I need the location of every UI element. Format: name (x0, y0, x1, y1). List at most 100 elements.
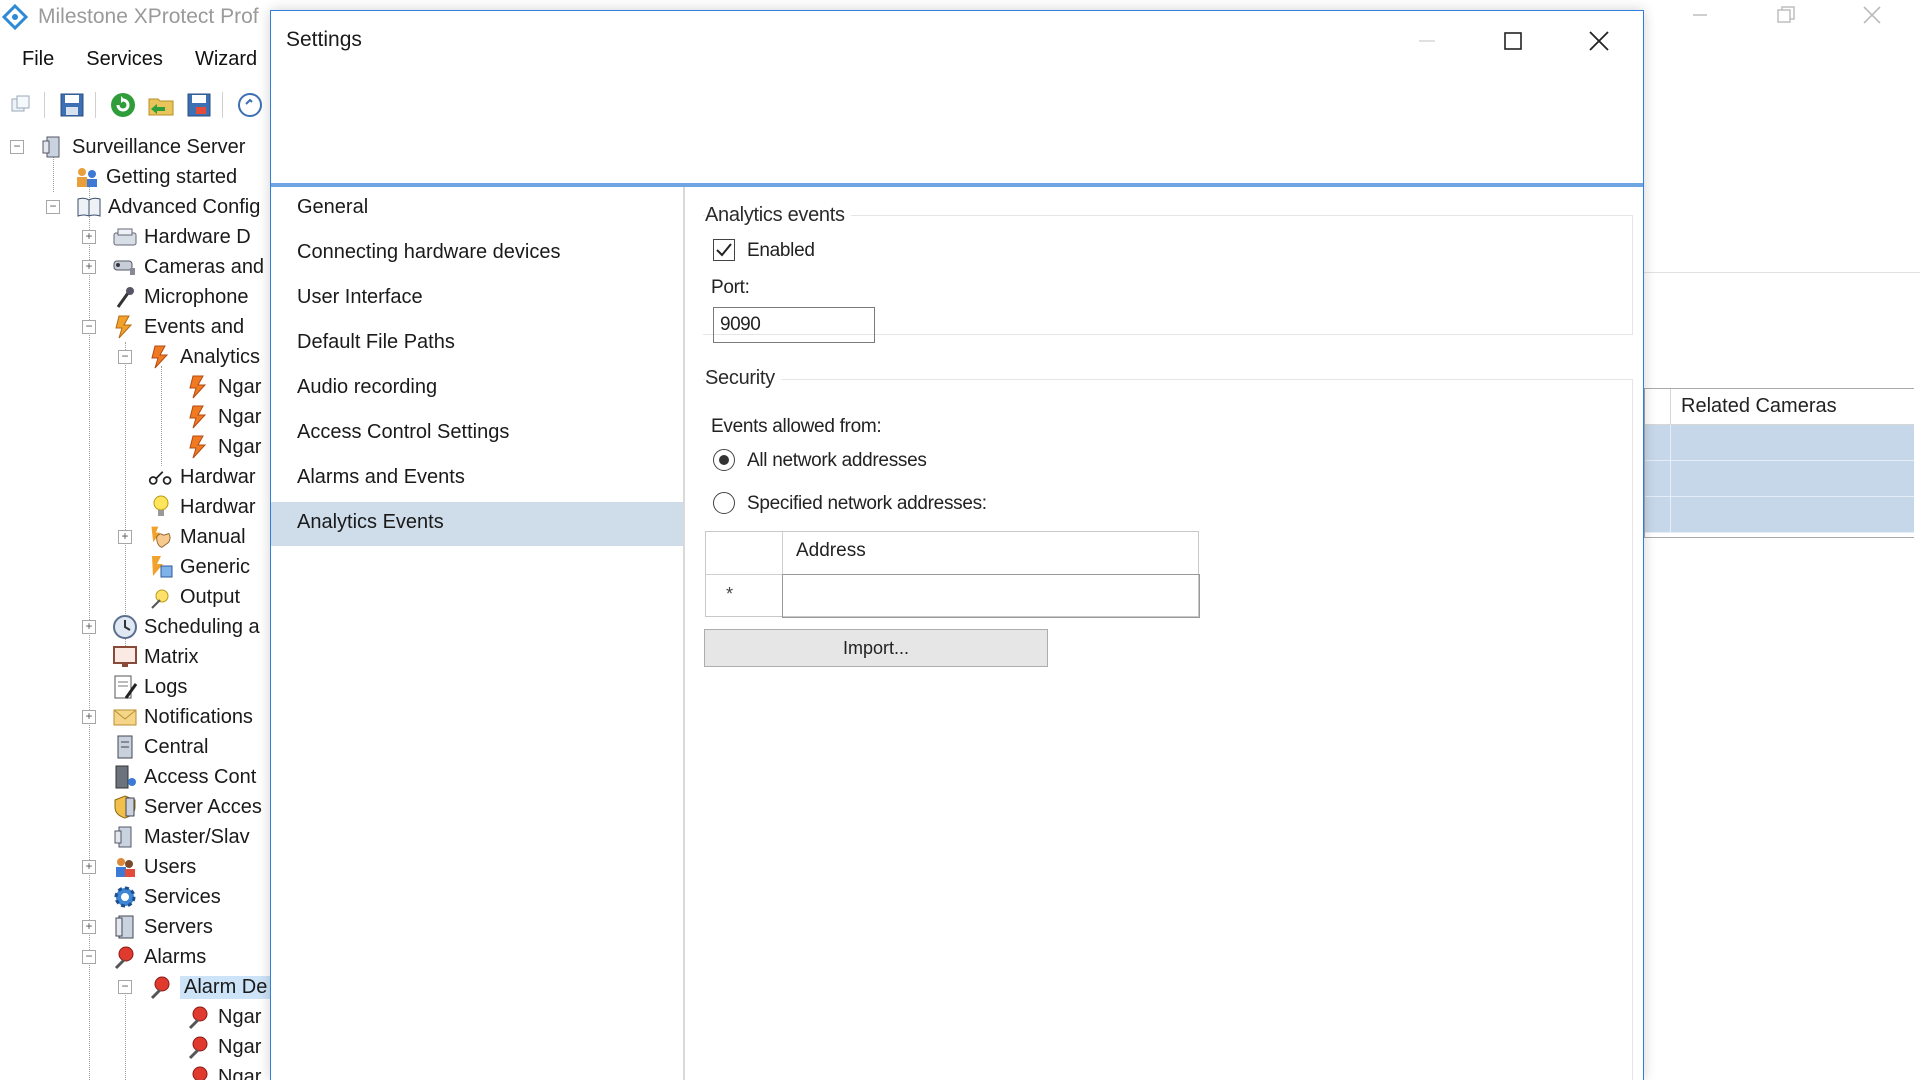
nav-item-access-control-settings[interactable]: Access Control Settings (271, 412, 683, 456)
tree-item-microphones[interactable]: Microphone (112, 282, 249, 312)
menu-wizards[interactable]: Wizard (173, 44, 267, 78)
events-allowed-label: Events allowed from: (711, 416, 882, 437)
menu-bar: File Services Wizard (0, 44, 267, 78)
navigation-tree: − Surveillance Server Getting started − … (0, 132, 270, 1080)
minimize-icon[interactable] (1397, 21, 1457, 61)
settings-content: Analytics events Enabled Port: 9090 Secu… (685, 187, 1645, 1080)
tree-item-analytics-event-1[interactable]: Ngar (186, 372, 261, 402)
related-camera-row[interactable] (1645, 461, 1914, 497)
microphone-icon (112, 284, 138, 310)
address-column-header[interactable]: Address (796, 540, 866, 562)
expand-icon[interactable]: + (82, 260, 96, 274)
folder-back-icon[interactable] (144, 90, 178, 120)
tree-item-services[interactable]: Services (112, 882, 221, 912)
collapse-icon[interactable]: − (118, 980, 132, 994)
save-icon[interactable] (55, 90, 89, 120)
close-icon[interactable] (1569, 21, 1629, 61)
screen: Milestone XProtect Prof File Services Wi… (0, 0, 1920, 1080)
refresh-icon[interactable] (106, 90, 140, 120)
settings-nav: General Connecting hardware devices User… (271, 187, 685, 1080)
tree-item-hardware-input-events[interactable]: Hardwar (148, 492, 256, 522)
expand-icon[interactable]: + (82, 620, 96, 634)
dialog-title: Settings (286, 28, 362, 51)
menu-services[interactable]: Services (64, 44, 173, 78)
tree-item-manual-events[interactable]: + Manual (118, 522, 246, 552)
alarm-icon (186, 1004, 212, 1030)
expand-icon[interactable]: + (82, 230, 96, 244)
collapse-icon[interactable]: − (46, 200, 60, 214)
tree-item-alarms[interactable]: − Alarms (82, 942, 206, 972)
maximize-icon[interactable] (1483, 21, 1543, 61)
people-icon (74, 164, 100, 190)
expand-icon[interactable]: + (82, 860, 96, 874)
tree-item-matrix[interactable]: Matrix (112, 642, 198, 672)
hardware-icon (112, 224, 138, 250)
import-button[interactable]: Import... (704, 629, 1048, 667)
servers-icon (112, 914, 138, 940)
nav-item-alarms-and-events[interactable]: Alarms and Events (271, 457, 683, 501)
tree-item-users[interactable]: + Users (82, 852, 196, 882)
server-icon (40, 134, 66, 160)
tree-item-events[interactable]: − Events and (82, 312, 244, 342)
tree-item-alarm-1[interactable]: Ngar (186, 1002, 261, 1032)
port-label: Port: (711, 277, 750, 298)
specified-network-addresses-radio[interactable] (713, 492, 735, 514)
tree-item-hardware-devices[interactable]: + Hardware D (82, 222, 251, 252)
dialog-titlebar: Settings (271, 11, 1643, 183)
tree-item-server-access[interactable]: Server Acces (112, 792, 262, 822)
output-icon (148, 584, 174, 610)
tree-item-access-control[interactable]: Access Cont (112, 762, 256, 792)
tree-item-analytics-event-3[interactable]: Ngar (186, 432, 261, 462)
nav-item-connecting-hardware-devices[interactable]: Connecting hardware devices (271, 232, 683, 276)
enabled-checkbox[interactable] (713, 239, 735, 261)
tree-item-analytics-events[interactable]: − Analytics (118, 342, 260, 372)
tree-item-getting-started[interactable]: Getting started (74, 162, 237, 192)
tree-item-cameras[interactable]: + Cameras and (82, 252, 264, 282)
nav-item-audio-recording[interactable]: Audio recording (271, 367, 683, 411)
collapse-icon[interactable]: − (10, 140, 24, 154)
tree-item-advanced-configuration[interactable]: − Advanced Config (46, 192, 260, 222)
address-new-row-cell[interactable] (782, 574, 1200, 618)
tree-item-servers[interactable]: + Servers (82, 912, 213, 942)
nav-item-analytics-events[interactable]: Analytics Events (271, 502, 683, 546)
save-as-icon[interactable] (182, 90, 216, 120)
tree-item-logs[interactable]: Logs (112, 672, 187, 702)
event-icon (186, 404, 212, 430)
expand-icon[interactable]: + (82, 920, 96, 934)
panel-divider (1643, 272, 1920, 273)
milestone-logo-icon (2, 4, 28, 30)
nav-item-default-file-paths[interactable]: Default File Paths (271, 322, 683, 366)
tree-item-generic-events[interactable]: Generic (148, 552, 250, 582)
menu-file[interactable]: File (0, 44, 64, 78)
all-network-addresses-label: All network addresses (747, 450, 927, 471)
related-camera-row[interactable] (1645, 425, 1914, 461)
related-camera-row[interactable] (1645, 497, 1914, 533)
tree-item-notifications[interactable]: + Notifications (82, 702, 253, 732)
help-icon[interactable] (233, 90, 267, 120)
tree-item-analytics-event-2[interactable]: Ngar (186, 402, 261, 432)
address-grid: Address * (705, 531, 1200, 618)
server-icon (112, 824, 138, 850)
tree-item-alarm-2[interactable]: Ngar (186, 1032, 261, 1062)
collapse-icon[interactable]: − (118, 350, 132, 364)
tree-item-alarm-definitions[interactable]: − Alarm De (118, 972, 270, 1002)
expand-icon[interactable]: + (82, 710, 96, 724)
nav-item-user-interface[interactable]: User Interface (271, 277, 683, 321)
tree-item-surveillance-server[interactable]: − Surveillance Server (10, 132, 245, 162)
port-input[interactable]: 9090 (713, 307, 875, 343)
collapse-icon[interactable]: − (82, 950, 96, 964)
related-cameras-title[interactable]: Related Cameras (1681, 395, 1837, 418)
tree-item-scheduling[interactable]: + Scheduling a (82, 612, 260, 642)
copy-icon[interactable] (4, 90, 38, 120)
tree-item-central[interactable]: Central (112, 732, 208, 762)
hardware-event-icon (148, 464, 174, 490)
tree-item-master-slave[interactable]: Master/Slav (112, 822, 250, 852)
expand-icon[interactable]: + (118, 530, 132, 544)
nav-item-general[interactable]: General (271, 187, 683, 231)
tree-item-hardware-events[interactable]: Hardwar (148, 462, 256, 492)
tree-item-output[interactable]: Output (148, 582, 240, 612)
tree-item-alarm-3[interactable]: Ngar (186, 1062, 261, 1080)
security-title: Security (705, 367, 781, 390)
collapse-icon[interactable]: − (82, 320, 96, 334)
all-network-addresses-radio[interactable] (713, 449, 735, 471)
